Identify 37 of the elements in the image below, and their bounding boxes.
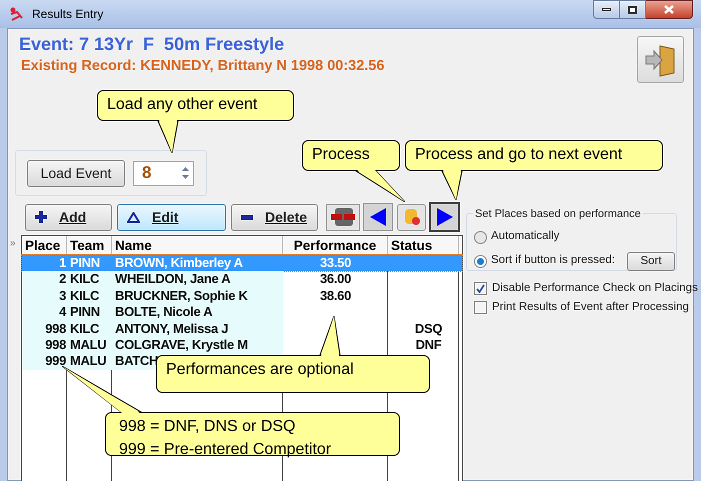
table-cell: BOLTE, Nicole A — [112, 304, 283, 321]
table-cell-text: 33.50 — [318, 255, 352, 272]
expand-icon: » — [10, 236, 16, 251]
table-cell: 4 — [22, 304, 67, 321]
callout-tooltip: Load any other event — [97, 90, 294, 153]
radio-label: Automatically — [491, 229, 560, 244]
window-title: Results Entry — [32, 6, 104, 23]
table-cell: 2 — [22, 271, 67, 288]
event-title: Event: 7 13Yr F 50m Freestyle — [19, 33, 286, 56]
table-cell: PINN — [67, 304, 112, 321]
record-text: Existing Record: KENNEDY, Brittany N 1998 00:32.56 — [20, 57, 384, 76]
table-cell-text: 1 — [58, 255, 67, 272]
callout-tooltip: Process — [302, 140, 405, 202]
table-cell: 999 — [22, 353, 67, 370]
checkbox-label: Disable Performance Check on Placings — [492, 280, 698, 296]
table-cell: ANTONY, Melissa J — [112, 320, 283, 337]
table-cell: 998 — [22, 320, 67, 337]
table-cell: 3 — [22, 288, 67, 304]
radio-label: Sort if button is pressed: — [491, 253, 616, 268]
table-cell: KILC — [67, 320, 112, 337]
table-cell-text: 38.60 — [318, 288, 352, 304]
table-cell-text: PINN — [69, 255, 101, 272]
table-cell-text: DSQ — [414, 320, 444, 337]
table-cell: KILC — [67, 288, 112, 304]
table-cell: WHEILDON, Jane A — [112, 271, 283, 288]
group-title: Set Places based on performance — [473, 206, 643, 222]
checkbox-label: Print Results of Event after Processing — [492, 300, 689, 315]
table-cell: COLGRAVE, Krystle M — [112, 336, 283, 354]
table-cell-text: 36.00 — [318, 271, 352, 288]
table-cell-text: BROWN, Kimberley A — [114, 255, 244, 272]
table-cell: 998 — [22, 336, 67, 354]
table-cell-text: DNF — [414, 336, 442, 354]
table-cell: KILC — [67, 271, 112, 288]
callout-tooltip: Process and go to next event — [405, 140, 663, 200]
table-cell: MALU — [67, 353, 112, 370]
table-cell: BRUCKNER, Sophie K — [112, 288, 283, 304]
table-cell: MALU — [67, 336, 112, 354]
